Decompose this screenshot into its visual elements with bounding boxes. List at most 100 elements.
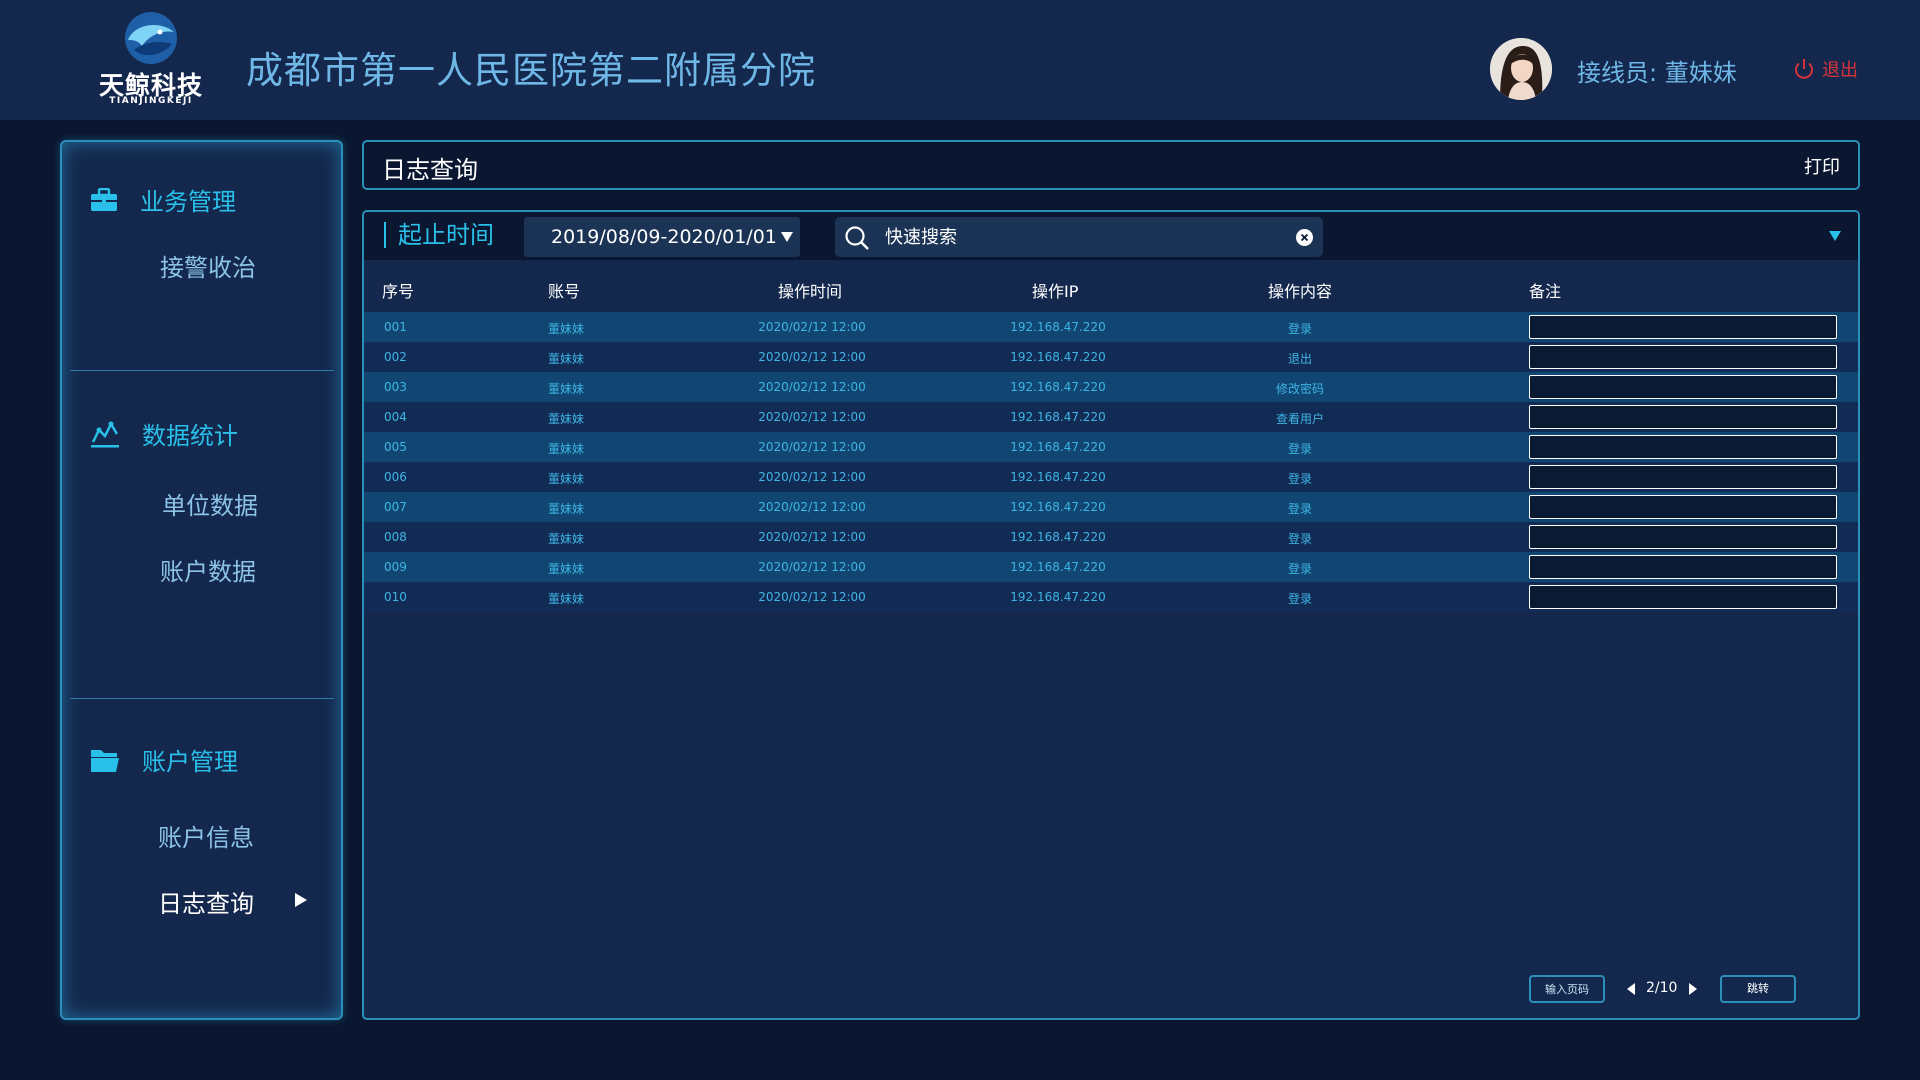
- cell-account: 董妹妹: [548, 322, 585, 336]
- cell-account: 董妹妹: [548, 592, 585, 606]
- cell-action: 登录: [1287, 592, 1313, 606]
- cell-action: 修改密码: [1275, 382, 1325, 396]
- cell-time: 2020/02/12 12:00: [758, 470, 866, 484]
- table-row[interactable]: 009 董妹妹 2020/02/12 12:00 192.168.47.220 …: [364, 552, 1858, 582]
- filter-bar: 起止时间 2019/08/09-2020/01/01: [364, 212, 1858, 260]
- cell-account: 董妹妹: [548, 502, 585, 516]
- remark-input[interactable]: [1529, 405, 1837, 429]
- column-header-time: 操作时间: [778, 282, 843, 301]
- sidebar-item-label: 账户数据: [160, 558, 256, 586]
- cell-account: 董妹妹: [548, 442, 585, 456]
- page-indicator: 2/10: [1646, 980, 1678, 996]
- folder-icon: [91, 749, 119, 772]
- company-logo: 天鲸科技 TIANJINGKEJI: [96, 10, 206, 106]
- remark-input[interactable]: [1529, 495, 1837, 519]
- cell-action: 登录: [1287, 322, 1313, 336]
- page-title: 成都市第一人民医院第二附属分院: [246, 49, 816, 92]
- cell-action: 登录: [1287, 532, 1313, 546]
- remark-input[interactable]: [1529, 315, 1837, 339]
- nav-section-account[interactable]: 账户管理: [90, 742, 238, 777]
- cell-index: 010: [384, 590, 407, 604]
- cell-index: 006: [384, 470, 407, 484]
- log-table-panel: 起止时间 2019/08/09-2020/01/01 序号: [362, 210, 1860, 1020]
- date-range-select[interactable]: 2019/08/09-2020/01/01: [524, 217, 800, 257]
- page-number-input[interactable]: [1529, 975, 1605, 1003]
- table-row[interactable]: 006 董妹妹 2020/02/12 12:00 192.168.47.220 …: [364, 462, 1858, 492]
- operator-info: 接线员: 董妹妹: [1577, 53, 1737, 88]
- remark-input[interactable]: [1529, 525, 1837, 549]
- sidebar-item-label: 账户信息: [158, 824, 254, 852]
- operator-name: 董妹妹: [1664, 59, 1737, 87]
- sidebar-item-label: 日志查询: [158, 890, 254, 918]
- clear-search-button[interactable]: [1296, 229, 1313, 246]
- nav-section-label: 业务管理: [140, 188, 236, 216]
- cell-action: 登录: [1287, 442, 1313, 456]
- cell-action: 登录: [1287, 562, 1313, 576]
- table-row[interactable]: 003 董妹妹 2020/02/12 12:00 192.168.47.220 …: [364, 372, 1858, 402]
- cell-time: 2020/02/12 12:00: [758, 590, 866, 604]
- caret-right-icon: [295, 893, 307, 907]
- remark-input[interactable]: [1529, 435, 1837, 459]
- whale-logo-icon: [125, 12, 177, 64]
- cell-ip: 192.168.47.220: [1010, 320, 1106, 334]
- title-panel: 日志查询 打印: [362, 140, 1860, 190]
- cell-index: 002: [384, 350, 407, 364]
- cell-account: 董妹妹: [548, 352, 585, 366]
- table-row[interactable]: 008 董妹妹 2020/02/12 12:00 192.168.47.220 …: [364, 522, 1858, 552]
- user-portrait-icon: [1490, 38, 1552, 100]
- column-header-ip: 操作IP: [1032, 282, 1079, 301]
- nav-section-statistics[interactable]: 数据统计: [90, 416, 238, 451]
- sidebar-item-label: 接警收治: [160, 254, 256, 282]
- cell-index: 007: [384, 500, 407, 514]
- sidebar-divider: [70, 698, 334, 699]
- cell-ip: 192.168.47.220: [1010, 410, 1106, 424]
- cell-time: 2020/02/12 12:00: [758, 320, 866, 334]
- cell-index: 004: [384, 410, 407, 424]
- app-header: 天鲸科技 TIANJINGKEJI 成都市第一人民医院第二附属分院 接线员: 董…: [0, 0, 1920, 120]
- column-header-remark: 备注: [1529, 282, 1562, 301]
- table-row[interactable]: 002 董妹妹 2020/02/12 12:00 192.168.47.220 …: [364, 342, 1858, 372]
- table-row[interactable]: 005 董妹妹 2020/02/12 12:00 192.168.47.220 …: [364, 432, 1858, 462]
- jump-button[interactable]: 跳转: [1720, 975, 1796, 1003]
- cell-index: 009: [384, 560, 407, 574]
- search-box: [835, 217, 1323, 257]
- print-button[interactable]: 打印: [1804, 153, 1840, 179]
- cell-index: 003: [384, 380, 407, 394]
- logout-button[interactable]: 退出: [1792, 56, 1858, 82]
- cell-account: 董妹妹: [548, 472, 585, 486]
- cell-time: 2020/02/12 12:00: [758, 530, 866, 544]
- remark-input[interactable]: [1529, 555, 1837, 579]
- logo-english-text: TIANJINGKEJI: [109, 96, 193, 106]
- briefcase-icon: [91, 187, 117, 211]
- cell-time: 2020/02/12 12:00: [758, 560, 866, 574]
- cell-time: 2020/02/12 12:00: [758, 350, 866, 364]
- cell-ip: 192.168.47.220: [1010, 440, 1106, 454]
- search-input[interactable]: [885, 223, 1285, 251]
- cell-time: 2020/02/12 12:00: [758, 440, 866, 454]
- column-header-action: 操作内容: [1268, 282, 1333, 301]
- date-range-value: 2019/08/09-2020/01/01: [551, 226, 777, 248]
- avatar[interactable]: [1490, 38, 1552, 100]
- cell-time: 2020/02/12 12:00: [758, 380, 866, 394]
- close-icon: [1300, 233, 1309, 242]
- time-range-label: 起止时间: [384, 222, 494, 248]
- remark-input[interactable]: [1529, 465, 1837, 489]
- cell-account: 董妹妹: [548, 532, 585, 546]
- prev-page-icon[interactable]: [1626, 982, 1636, 996]
- table-row[interactable]: 007 董妹妹 2020/02/12 12:00 192.168.47.220 …: [364, 492, 1858, 522]
- cell-index: 005: [384, 440, 407, 454]
- chevron-down-icon: [781, 232, 793, 242]
- table-body: 001 董妹妹 2020/02/12 12:00 192.168.47.220 …: [364, 312, 1858, 612]
- table-row[interactable]: 004 董妹妹 2020/02/12 12:00 192.168.47.220 …: [364, 402, 1858, 432]
- remark-input[interactable]: [1529, 375, 1837, 399]
- cell-action: 登录: [1287, 472, 1313, 486]
- cell-index: 008: [384, 530, 407, 544]
- cell-action: 查看用户: [1275, 412, 1325, 426]
- next-page-icon[interactable]: [1688, 982, 1698, 996]
- remark-input[interactable]: [1529, 585, 1837, 609]
- expand-filter-icon[interactable]: [1828, 230, 1842, 242]
- table-row[interactable]: 001 董妹妹 2020/02/12 12:00 192.168.47.220 …: [364, 312, 1858, 342]
- nav-section-business[interactable]: 业务管理: [90, 182, 236, 217]
- table-row[interactable]: 010 董妹妹 2020/02/12 12:00 192.168.47.220 …: [364, 582, 1858, 612]
- remark-input[interactable]: [1529, 345, 1837, 369]
